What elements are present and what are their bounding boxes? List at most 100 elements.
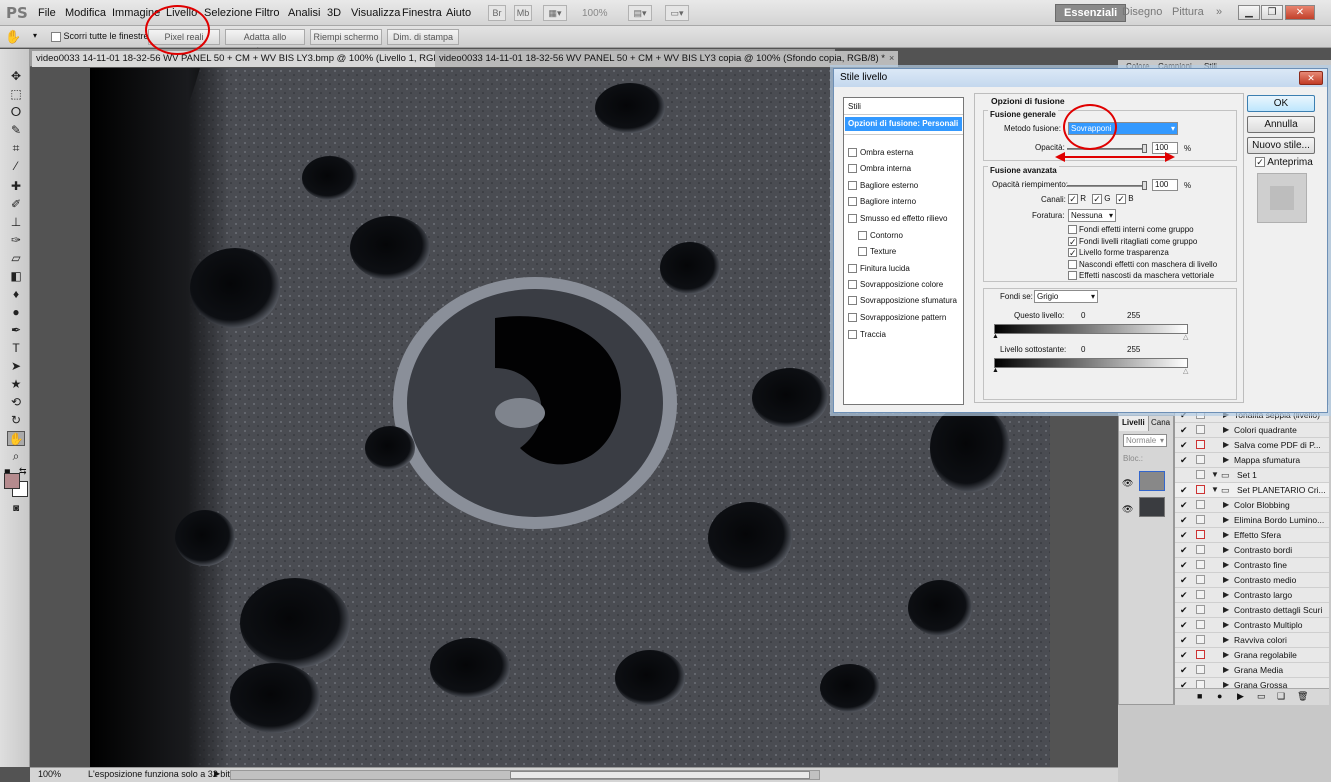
stop-icon[interactable]: ■ xyxy=(1197,691,1202,701)
dialog-toggle-icon[interactable] xyxy=(1196,485,1205,494)
arrange-documents-icon[interactable]: ▤▾ xyxy=(628,5,652,21)
menu-analisi[interactable]: Analisi xyxy=(288,7,320,19)
3d-orbit-tool-icon[interactable]: ↻ xyxy=(7,413,25,428)
eyedropper-tool-icon[interactable]: ⁄ xyxy=(7,159,25,174)
healing-tool-icon[interactable]: ✚ xyxy=(7,179,25,194)
action-toggle-checkbox[interactable]: ✔ xyxy=(1180,650,1190,660)
bridge-icon[interactable]: Br xyxy=(488,5,506,21)
menu-livello[interactable]: Livello xyxy=(166,7,197,19)
action-row[interactable]: ✔ ▶ Contrasto bordi xyxy=(1175,543,1329,558)
quick-select-tool-icon[interactable]: ✎ xyxy=(7,123,25,138)
action-toggle-checkbox[interactable]: ✔ xyxy=(1180,515,1190,525)
dodge-tool-icon[interactable]: ● xyxy=(7,305,25,320)
dialog-toggle-icon[interactable] xyxy=(1196,470,1205,479)
channel-r-checkbox[interactable]: ✓ R xyxy=(1068,194,1086,204)
this-layer-black-handle[interactable]: ▲ xyxy=(992,333,999,340)
close-icon[interactable]: ✕ xyxy=(1285,5,1315,20)
zoom-tool-icon[interactable]: ⌕ xyxy=(7,449,25,464)
dialog-toggle-icon[interactable] xyxy=(1196,500,1205,509)
style-checkbox[interactable] xyxy=(848,214,857,224)
blend-if-select[interactable]: Grigio xyxy=(1034,290,1098,303)
action-toggle-checkbox[interactable]: ✔ xyxy=(1180,545,1190,555)
dialog-toggle-icon[interactable] xyxy=(1196,665,1205,674)
foreground-color-swatch[interactable] xyxy=(4,473,20,489)
layer-thumbnail[interactable] xyxy=(1139,497,1165,517)
layer-thumbnail[interactable] xyxy=(1139,471,1165,491)
styles-header[interactable]: Stili xyxy=(848,102,861,111)
knockout-select[interactable]: Nessuna xyxy=(1068,209,1116,222)
action-row[interactable]: ✔ ▶ Contrasto fine xyxy=(1175,558,1329,573)
expand-icon[interactable]: ▶ xyxy=(1223,558,1229,572)
action-row[interactable]: ✔ ▶ Elimina Bordo Lumino... xyxy=(1175,513,1329,528)
action-toggle-checkbox[interactable]: ✔ xyxy=(1180,560,1190,570)
tab-canali[interactable]: Cana xyxy=(1151,418,1170,427)
channel-g-checkbox[interactable]: ✓ G xyxy=(1092,194,1110,204)
advanced-option-checkbox[interactable]: ✓ Livello forme trasparenza xyxy=(1068,248,1169,258)
underlying-white-handle[interactable]: △ xyxy=(1183,367,1188,375)
workspace-disegno[interactable]: Disegno xyxy=(1114,4,1170,22)
hand-tool-icon[interactable]: ✋ xyxy=(5,29,21,45)
dialog-toggle-icon[interactable] xyxy=(1196,515,1205,524)
dialog-toggle-icon[interactable] xyxy=(1196,530,1205,539)
record-icon[interactable]: ● xyxy=(1217,691,1222,701)
this-layer-gradient-slider[interactable] xyxy=(994,324,1188,334)
dialog-toggle-icon[interactable] xyxy=(1196,575,1205,584)
menu-3d[interactable]: 3D xyxy=(327,7,341,19)
3d-rotate-tool-icon[interactable]: ⟲ xyxy=(7,395,25,410)
expand-icon[interactable]: ▶ xyxy=(1223,498,1229,512)
expand-icon[interactable]: ▶ xyxy=(1223,513,1229,527)
style-checkbox[interactable] xyxy=(848,313,857,323)
action-row[interactable]: ✔ ▶ Effetto Sfera xyxy=(1175,528,1329,543)
fill-opacity-input[interactable]: 100 xyxy=(1152,179,1178,191)
underlying-black-handle[interactable]: ▲ xyxy=(992,367,999,374)
expand-icon[interactable]: ▶ xyxy=(1223,528,1229,542)
expand-icon[interactable]: ▶ xyxy=(1223,543,1229,557)
style-item[interactable]: Bagliore esterno xyxy=(848,181,918,191)
new-style-button[interactable]: Nuovo stile... xyxy=(1247,137,1315,154)
ok-button[interactable]: OK xyxy=(1247,95,1315,112)
action-row[interactable]: ✔ ▶ Contrasto Multiplo xyxy=(1175,618,1329,633)
style-item[interactable]: Texture xyxy=(858,247,896,257)
action-toggle-checkbox[interactable]: ✔ xyxy=(1180,440,1190,450)
scrollbar-thumb[interactable] xyxy=(510,771,810,779)
menu-filtro[interactable]: Filtro xyxy=(255,7,279,19)
restore-icon[interactable]: ❐ xyxy=(1261,5,1283,20)
action-row[interactable]: ✔ ▶ Colori quadrante xyxy=(1175,423,1329,438)
dialog-toggle-icon[interactable] xyxy=(1196,425,1205,434)
advanced-option-checkbox[interactable]: Effetti nascosti da maschera vettoriale xyxy=(1068,271,1214,281)
style-item[interactable]: Sovrapposizione pattern xyxy=(848,313,946,323)
action-row[interactable]: ✔ ▶ Grana regolabile xyxy=(1175,648,1329,663)
advanced-option-checkbox[interactable]: ✓ Fondi livelli ritagliati come gruppo xyxy=(1068,237,1197,246)
dialog-toggle-icon[interactable] xyxy=(1196,620,1205,629)
action-set-row[interactable]: ▼ ▭ Set 1 xyxy=(1175,468,1329,483)
dialog-toggle-icon[interactable] xyxy=(1196,440,1205,449)
style-item[interactable]: Smusso ed effetto rilievo xyxy=(848,214,947,224)
style-item[interactable]: Sovrapposizione colore xyxy=(848,280,943,290)
eraser-tool-icon[interactable]: ▱ xyxy=(7,251,25,266)
quick-mask-icon[interactable]: ◙ xyxy=(7,501,25,516)
style-checkbox[interactable] xyxy=(848,280,857,290)
action-toggle-checkbox[interactable] xyxy=(1180,470,1190,480)
dialog-toggle-icon[interactable] xyxy=(1196,590,1205,599)
style-checkbox[interactable] xyxy=(848,296,857,306)
new-set-icon[interactable]: ▭ xyxy=(1257,691,1266,702)
action-row[interactable]: ✔ ▶ Mappa sfumatura xyxy=(1175,453,1329,468)
layer-blend-mode-select[interactable]: Normale xyxy=(1123,434,1167,447)
pen-tool-icon[interactable]: ✒ xyxy=(7,323,25,338)
stamp-tool-icon[interactable]: ⊥ xyxy=(7,215,25,230)
expand-icon[interactable]: ▶ xyxy=(1223,633,1229,647)
status-zoom[interactable]: 100% xyxy=(38,769,61,779)
menu-visualizza[interactable]: Visualizza xyxy=(351,7,400,19)
shape-tool-icon[interactable]: ★ xyxy=(7,377,25,392)
action-toggle-checkbox[interactable]: ✔ xyxy=(1180,530,1190,540)
action-toggle-checkbox[interactable]: ✔ xyxy=(1180,500,1190,510)
fill-opacity-slider[interactable] xyxy=(1067,185,1147,187)
style-item[interactable]: Bagliore interno xyxy=(848,197,916,207)
type-tool-icon[interactable]: T xyxy=(7,341,25,356)
blend-mode-select[interactable]: Sovrapponi xyxy=(1068,122,1178,135)
channel-b-checkbox[interactable]: ✓ B xyxy=(1116,194,1134,204)
action-row[interactable]: ✔ ▶ Color Blobbing xyxy=(1175,498,1329,513)
action-toggle-checkbox[interactable]: ✔ xyxy=(1180,605,1190,615)
minibridge-icon[interactable]: Mb xyxy=(514,5,532,21)
action-row[interactable]: ✔ ▶ Contrasto dettagli Scuri xyxy=(1175,603,1329,618)
